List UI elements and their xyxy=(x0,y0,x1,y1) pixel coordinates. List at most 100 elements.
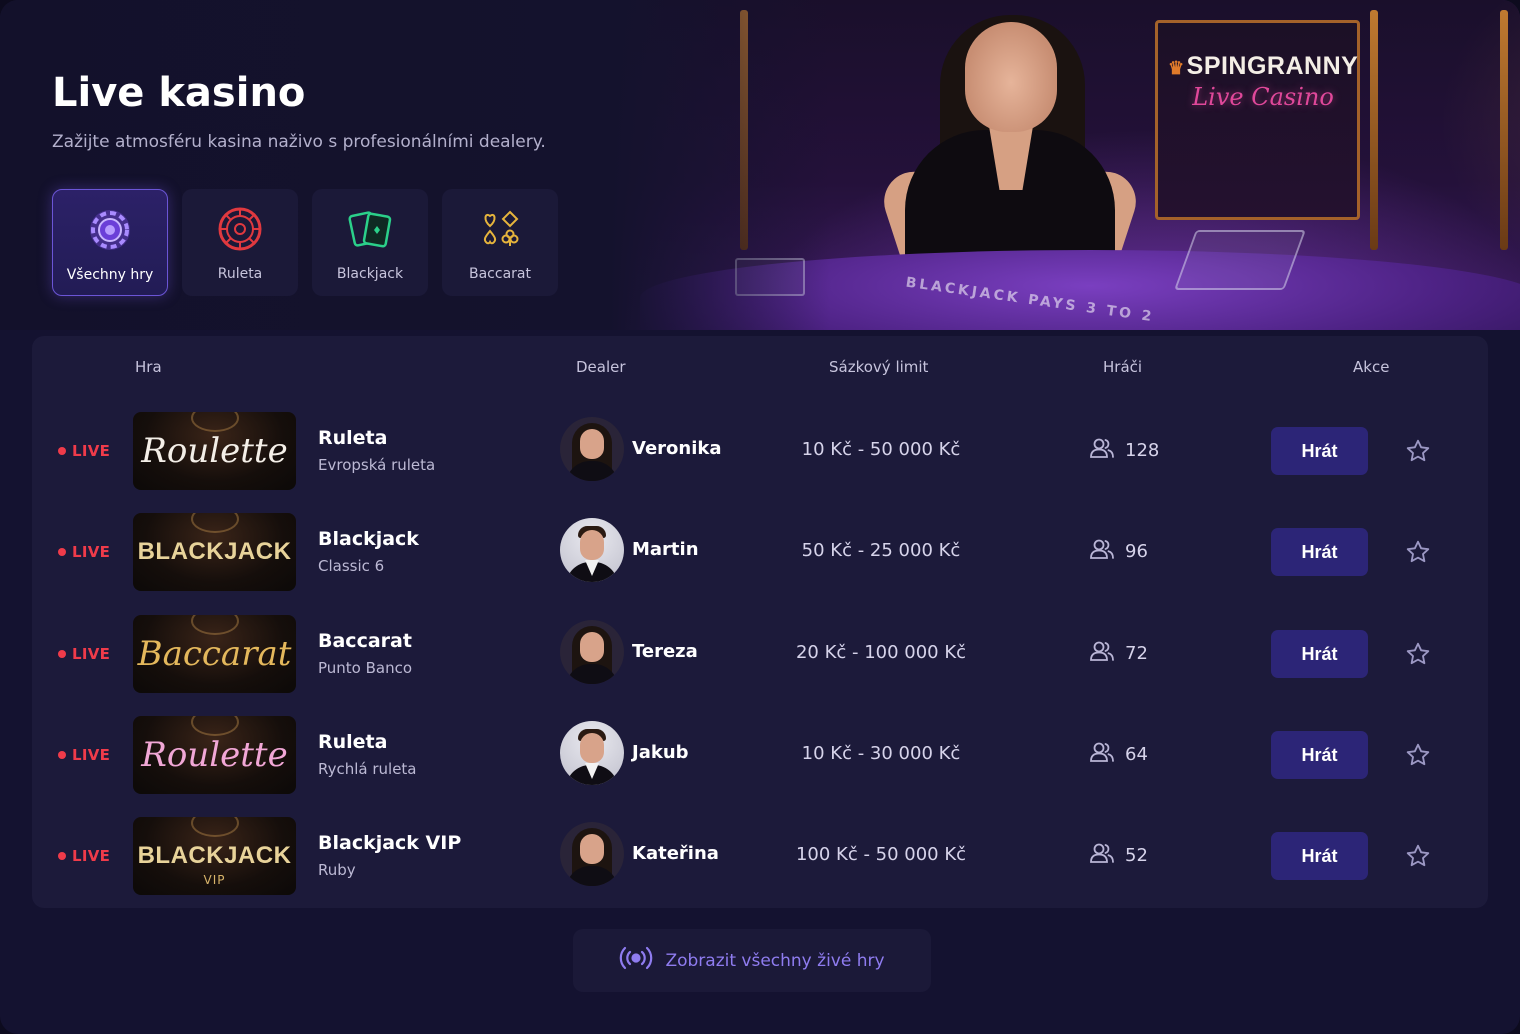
table-row: LIVE BLACKJACK Blackjack Classic 6 Marti… xyxy=(0,511,1520,593)
live-badge: LIVE xyxy=(58,847,110,865)
star-icon[interactable] xyxy=(1405,641,1431,667)
filter-blackjack[interactable]: Blackjack xyxy=(312,189,428,296)
play-button[interactable]: Hrát xyxy=(1271,630,1368,678)
live-label: LIVE xyxy=(72,746,111,764)
filter-roulette[interactable]: Ruleta xyxy=(182,189,298,296)
card-suits-icon xyxy=(477,206,523,252)
game-name[interactable]: Baccarat xyxy=(318,630,412,652)
live-badge: LIVE xyxy=(58,442,110,460)
filter-label: Všechny hry xyxy=(66,267,154,283)
player-count-value: 64 xyxy=(1125,744,1148,765)
broadcast-icon xyxy=(619,946,653,975)
thumbnail-title: Roulette xyxy=(141,431,288,471)
dealer-name: Tereza xyxy=(632,641,698,662)
player-count: 52 xyxy=(1089,842,1148,869)
users-icon xyxy=(1089,538,1115,565)
roulette-icon xyxy=(217,206,263,252)
game-variant: Rychlá ruleta xyxy=(318,760,417,778)
live-badge: LIVE xyxy=(58,645,110,663)
column-players: Hráči xyxy=(1103,358,1143,376)
table-row: LIVE Baccarat Baccarat Punto Banco Terez… xyxy=(0,613,1520,695)
live-label: LIVE xyxy=(72,645,111,663)
live-label: LIVE xyxy=(72,847,111,865)
game-name[interactable]: Blackjack VIP xyxy=(318,832,461,854)
show-all-label: Zobrazit všechny živé hry xyxy=(665,950,885,971)
player-count: 72 xyxy=(1089,640,1148,667)
game-thumbnail[interactable]: Roulette xyxy=(133,716,296,794)
bet-limit: 10 Kč - 50 000 Kč xyxy=(801,439,961,460)
live-dot-icon xyxy=(58,447,66,455)
dealer-name: Jakub xyxy=(632,742,689,763)
column-actions: Akce xyxy=(1353,358,1390,376)
game-variant: Evropská ruleta xyxy=(318,456,436,474)
dealer-avatar xyxy=(560,620,624,684)
dealer-name: Martin xyxy=(632,539,699,560)
brand-logo: ♛SPINGRANNY Live Casino xyxy=(1168,52,1358,111)
category-filters: Všechny hry Ruleta Blackjack Baccarat xyxy=(52,189,558,296)
bet-limit: 50 Kč - 25 000 Kč xyxy=(801,540,961,561)
thumbnail-badge: VIP xyxy=(203,873,226,887)
bet-limit: 100 Kč - 50 000 Kč xyxy=(795,844,967,865)
play-button[interactable]: Hrát xyxy=(1271,731,1368,779)
star-icon[interactable] xyxy=(1405,843,1431,869)
dealer-avatar xyxy=(560,721,624,785)
table-row: LIVE BLACKJACK VIP Blackjack VIP Ruby Ka… xyxy=(0,815,1520,897)
star-icon[interactable] xyxy=(1405,539,1431,565)
game-thumbnail[interactable]: BLACKJACK xyxy=(133,513,296,591)
dealer-name: Kateřina xyxy=(632,843,719,864)
dealer-avatar xyxy=(560,518,624,582)
table-header: Hra Dealer Sázkový limit Hráči Akce xyxy=(0,358,1520,378)
game-variant: Ruby xyxy=(318,861,356,879)
users-icon xyxy=(1089,842,1115,869)
game-name[interactable]: Ruleta xyxy=(318,427,387,449)
show-all-live-games-button[interactable]: Zobrazit všechny živé hry xyxy=(573,929,931,992)
play-button[interactable]: Hrát xyxy=(1271,528,1368,576)
player-count: 128 xyxy=(1089,437,1159,464)
page-subtitle: Zažijte atmosféru kasina naživo s profes… xyxy=(52,132,546,152)
thumbnail-title: BLACKJACK xyxy=(137,538,292,565)
live-label: LIVE xyxy=(72,442,111,460)
users-icon xyxy=(1089,640,1115,667)
player-count-value: 128 xyxy=(1125,440,1160,461)
live-dot-icon xyxy=(58,548,66,556)
chip-icon xyxy=(87,207,133,253)
game-thumbnail[interactable]: BLACKJACK VIP xyxy=(133,817,296,895)
player-count-value: 52 xyxy=(1125,845,1148,866)
column-limit: Sázkový limit xyxy=(829,358,929,376)
live-casino-page: BLACKJACK PAYS 3 TO 2 ♛SPINGRANNY Live C… xyxy=(0,0,1520,1034)
table-row: LIVE Roulette Ruleta Evropská ruleta Ver… xyxy=(0,410,1520,492)
live-badge: LIVE xyxy=(58,746,110,764)
game-thumbnail[interactable]: Baccarat xyxy=(133,615,296,693)
player-count-value: 96 xyxy=(1125,541,1148,562)
player-count-value: 72 xyxy=(1125,643,1148,664)
star-icon[interactable] xyxy=(1405,742,1431,768)
live-dot-icon xyxy=(58,650,66,658)
live-dot-icon xyxy=(58,751,66,759)
filter-baccarat[interactable]: Baccarat xyxy=(442,189,558,296)
table-row: LIVE Roulette Ruleta Rychlá ruleta Jakub… xyxy=(0,714,1520,796)
thumbnail-title: BLACKJACK xyxy=(137,842,292,869)
game-name[interactable]: Ruleta xyxy=(318,731,387,753)
dealer-avatar xyxy=(560,417,624,481)
brand-name: SPINGRANNY xyxy=(1186,52,1359,80)
bet-limit: 20 Kč - 100 000 Kč xyxy=(795,642,967,663)
play-button[interactable]: Hrát xyxy=(1271,832,1368,880)
column-dealer: Dealer xyxy=(576,358,626,376)
filter-all[interactable]: Všechny hry xyxy=(52,189,168,296)
game-variant: Punto Banco xyxy=(318,659,413,677)
page-title: Live kasino xyxy=(52,70,306,116)
live-label: LIVE xyxy=(72,543,111,561)
filter-label: Ruleta xyxy=(217,266,263,282)
game-name[interactable]: Blackjack xyxy=(318,528,419,550)
live-badge: LIVE xyxy=(58,543,110,561)
player-count: 64 xyxy=(1089,741,1148,768)
play-button[interactable]: Hrát xyxy=(1271,427,1368,475)
live-dot-icon xyxy=(58,852,66,860)
game-thumbnail[interactable]: Roulette xyxy=(133,412,296,490)
users-icon xyxy=(1089,437,1115,464)
filter-label: Blackjack xyxy=(336,266,404,282)
dealer-name: Veronika xyxy=(632,438,722,459)
hero-dealer-image: BLACKJACK PAYS 3 TO 2 xyxy=(610,0,1520,330)
star-icon[interactable] xyxy=(1405,438,1431,464)
thumbnail-title: Baccarat xyxy=(137,634,292,674)
